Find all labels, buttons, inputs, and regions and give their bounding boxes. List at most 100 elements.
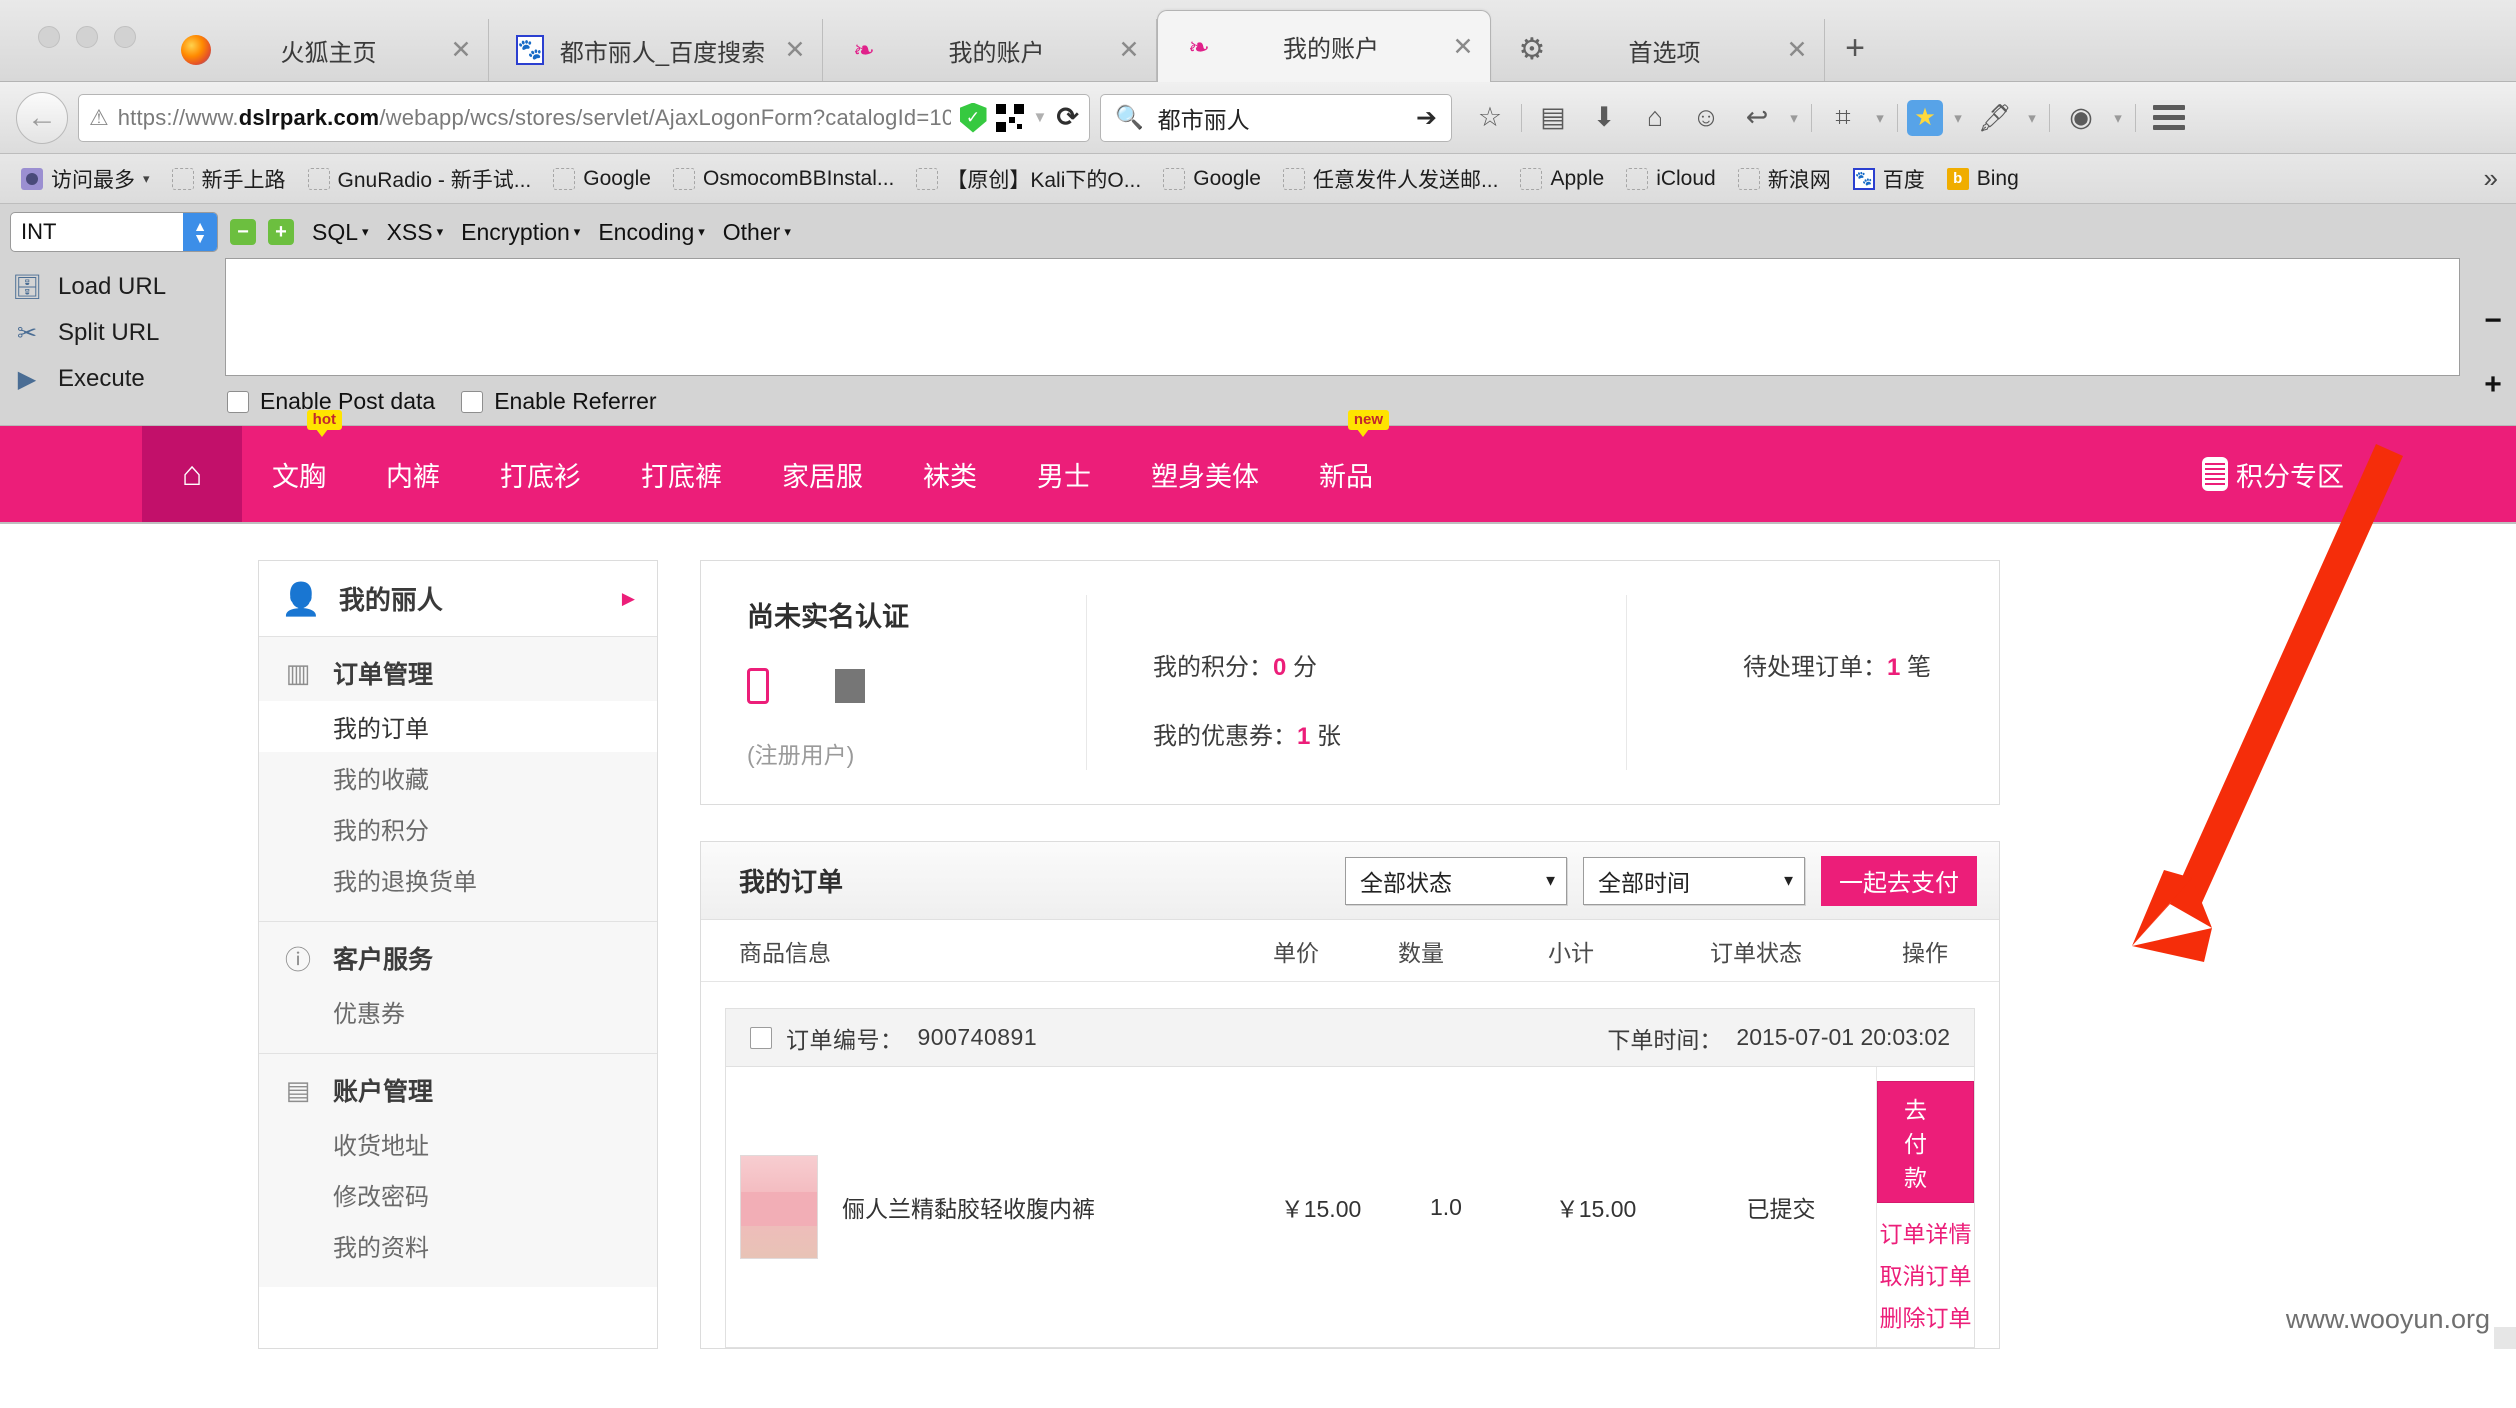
chevron-down-icon[interactable]: ▾	[2024, 109, 2040, 127]
enable-referrer-checkbox[interactable]: Enable Referrer	[461, 388, 656, 415]
bookmark-item-12[interactable]: bBing	[1938, 163, 2028, 195]
nav-item-2[interactable]: 打底衫	[470, 426, 611, 522]
window-traffic-lights[interactable]	[38, 26, 136, 48]
close-tab-button[interactable]: ✕	[1112, 35, 1146, 65]
hackbar-menu-encoding[interactable]: Encoding▾	[598, 219, 704, 246]
order-select-checkbox[interactable]	[750, 1027, 772, 1049]
home-icon[interactable]: ⌂	[1633, 96, 1677, 140]
feather-addon-icon[interactable]: 🖋	[1973, 96, 2017, 140]
chevron-down-icon[interactable]: ▾	[1786, 109, 1802, 127]
bookmark-item-9[interactable]: iCloud	[1617, 163, 1725, 195]
split-url-button[interactable]: ✂ Split URL	[10, 310, 225, 356]
order-detail-link[interactable]: 订单详情	[1880, 1215, 1972, 1249]
maximize-window-button[interactable]	[114, 26, 136, 48]
sidebar-item-my-profile[interactable]: 我的资料	[259, 1220, 657, 1271]
pay-all-button[interactable]: 一起去支付	[1821, 856, 1977, 906]
close-tab-button[interactable]: ✕	[778, 35, 812, 65]
checkbox-icon[interactable]	[461, 391, 483, 413]
address-bar[interactable]: ⚠ https://www.dslrpark.com/webapp/wcs/st…	[78, 94, 1090, 142]
bookmark-item-10[interactable]: 新浪网	[1729, 160, 1840, 198]
time-filter-select[interactable]: 全部时间 ▼	[1583, 857, 1805, 905]
nav-item-4[interactable]: 家居服	[752, 426, 893, 522]
execute-button[interactable]: ▶ Execute	[10, 356, 225, 402]
browser-tab-0[interactable]: 火狐主页 ✕	[155, 19, 489, 81]
bookmark-item-8[interactable]: Apple	[1511, 163, 1613, 195]
minimize-window-button[interactable]	[76, 26, 98, 48]
delete-order-link[interactable]: 删除订单	[1880, 1299, 1972, 1333]
sidebar-item-shipping-address[interactable]: 收货地址	[259, 1118, 657, 1169]
chevron-down-icon[interactable]: ▾	[1872, 109, 1888, 127]
privacy-mask-icon[interactable]: ◉	[2059, 96, 2103, 140]
nav-item-1[interactable]: 内裤	[356, 426, 470, 522]
nav-item-5[interactable]: 袜类	[893, 426, 1007, 522]
browser-tab-4[interactable]: ⚙ 首选项 ✕	[1491, 19, 1825, 81]
zoom-out-button[interactable]: −	[2484, 304, 2502, 338]
stepper-icon[interactable]: ▲▼	[183, 213, 217, 251]
sidebar-item-my-returns[interactable]: 我的退换货单	[259, 854, 657, 905]
search-go-icon[interactable]: ➔	[1416, 103, 1437, 133]
bookmark-item-11[interactable]: 🐾百度	[1844, 160, 1934, 198]
add-icon[interactable]: +	[268, 219, 294, 245]
sidebar-item-my-orders[interactable]: 我的订单	[259, 701, 657, 752]
bookmark-star-icon[interactable]: ☆	[1468, 96, 1512, 140]
product-name[interactable]: 俪人兰精黏胶轻收腹内裤	[842, 1190, 1095, 1224]
browser-tab-2[interactable]: ❧ 我的账户 ✕	[823, 19, 1157, 81]
bookmark-item-7[interactable]: 任意发件人发送邮...	[1274, 160, 1508, 198]
hackbar-textarea[interactable]	[225, 258, 2460, 376]
search-input[interactable]: 都市丽人	[1158, 101, 1402, 135]
browser-tab-1[interactable]: 🐾 都市丽人_百度搜索 ✕	[489, 19, 823, 81]
menu-hamburger-icon[interactable]	[2153, 105, 2185, 130]
nav-item-7[interactable]: 塑身美体	[1121, 426, 1289, 522]
bookmark-item-2[interactable]: GnuRadio - 新手试...	[299, 160, 541, 198]
hackbar-menu-other[interactable]: Other▾	[723, 219, 791, 246]
new-tab-button[interactable]: +	[1825, 19, 1885, 81]
sidebar-item-coupons[interactable]: 优惠券	[259, 986, 657, 1037]
sidebar-item-my-points[interactable]: 我的积分	[259, 803, 657, 854]
chevron-down-icon[interactable]: ▾	[1950, 109, 1966, 127]
bookmark-item-4[interactable]: OsmocomBBInstal...	[664, 163, 903, 195]
hackbar-menu-xss[interactable]: XSS▾	[387, 219, 444, 246]
close-tab-button[interactable]: ✕	[1446, 32, 1480, 62]
crop-icon[interactable]: ⌗	[1821, 96, 1865, 140]
bookmark-item-3[interactable]: Google	[544, 163, 660, 195]
smiley-icon[interactable]: ☺	[1684, 96, 1728, 140]
nav-item-6[interactable]: 男士	[1007, 426, 1121, 522]
reading-list-icon[interactable]: ▤	[1531, 96, 1575, 140]
checkbox-icon[interactable]	[227, 391, 249, 413]
qrcode-icon[interactable]	[996, 104, 1024, 132]
close-tab-button[interactable]: ✕	[444, 35, 478, 65]
bookmark-item-5[interactable]: 【原创】Kali下的O...	[907, 160, 1150, 198]
bookmarks-overflow-button[interactable]: »	[2484, 163, 2504, 194]
download-icon[interactable]: ⬇	[1582, 96, 1626, 140]
hackbar-menu-sql[interactable]: SQL▾	[312, 219, 369, 246]
nav-home-button[interactable]: ⌂	[142, 426, 242, 522]
chevron-down-icon[interactable]: ▾	[143, 171, 150, 187]
bookmark-item-0[interactable]: 访问最多 ▾	[12, 160, 159, 198]
star-addon-icon[interactable]: ★	[1907, 100, 1943, 136]
chevron-down-icon[interactable]: ▼	[1033, 109, 1048, 126]
shield-icon[interactable]: ✓	[960, 103, 987, 133]
bookmark-item-1[interactable]: 新手上路	[163, 160, 295, 198]
browser-tab-3-active[interactable]: ❧ 我的账户 ✕	[1157, 10, 1491, 82]
hackbar-menu-encryption[interactable]: Encryption▾	[461, 219, 580, 246]
close-window-button[interactable]	[38, 26, 60, 48]
chevron-right-icon[interactable]: ▶	[622, 589, 635, 609]
remove-icon[interactable]: −	[230, 219, 256, 245]
nav-item-3[interactable]: 打底裤	[611, 426, 752, 522]
chevron-down-icon[interactable]: ▾	[2110, 109, 2126, 127]
sidebar-item-my-favorites[interactable]: 我的收藏	[259, 752, 657, 803]
cancel-order-link[interactable]: 取消订单	[1880, 1257, 1972, 1291]
reload-icon[interactable]: ⟳	[1056, 102, 1079, 133]
status-filter-select[interactable]: 全部状态 ▼	[1345, 857, 1567, 905]
undo-icon[interactable]: ↩	[1735, 96, 1779, 140]
back-button[interactable]: ←	[16, 92, 68, 144]
bookmark-item-6[interactable]: Google	[1154, 163, 1270, 195]
points-zone-link[interactable]: 积分专区	[2202, 426, 2516, 522]
go-pay-button[interactable]: 去付款	[1877, 1081, 1974, 1203]
sidebar-header[interactable]: 👤 我的丽人 ▶	[259, 561, 657, 637]
nav-item-8[interactable]: 新品 new	[1289, 426, 1403, 522]
nav-item-0[interactable]: 文胸 hot	[242, 426, 356, 522]
close-tab-button[interactable]: ✕	[1780, 35, 1814, 65]
product-thumbnail[interactable]	[740, 1155, 818, 1259]
scrollbar-corner[interactable]	[2494, 1327, 2516, 1349]
